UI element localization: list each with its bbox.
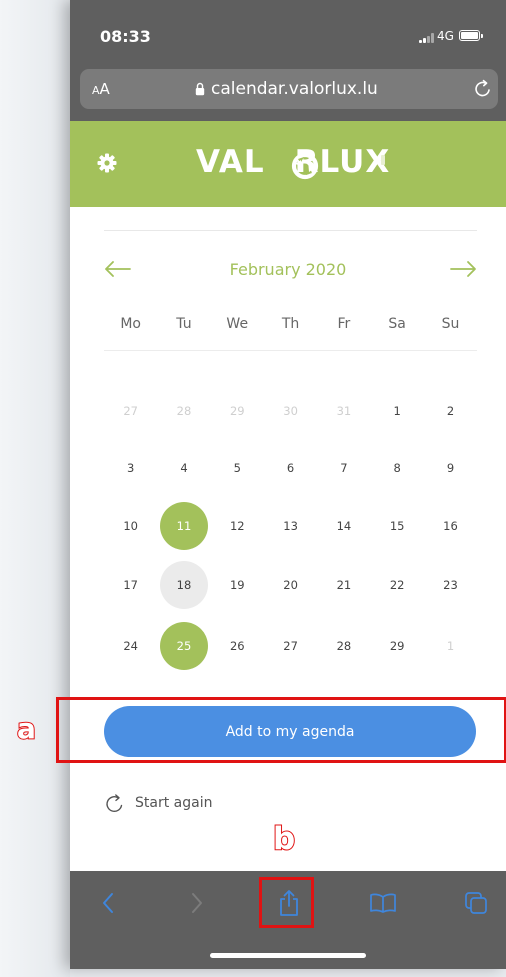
calendar-day[interactable]: 26: [213, 622, 261, 670]
calendar-day[interactable]: 22: [373, 561, 421, 609]
calendar-day[interactable]: 24: [107, 622, 155, 670]
calendar-day[interactable]: 9: [427, 444, 475, 492]
calendar-day[interactable]: 12: [213, 502, 261, 550]
text-size-button[interactable]: AA: [92, 80, 110, 98]
calendar-day[interactable]: 8: [373, 444, 421, 492]
refresh-icon[interactable]: [473, 79, 493, 99]
calendar-day: 31: [336, 404, 352, 418]
divider: [104, 230, 477, 231]
lock-icon: [195, 82, 205, 96]
weekday-label: Su: [441, 316, 460, 332]
calendar-day[interactable]: 5: [213, 444, 261, 492]
calendar-day[interactable]: 28: [320, 622, 368, 670]
chevron-left-icon: [103, 893, 113, 913]
calendar-day[interactable]: 16: [427, 502, 475, 550]
calendar-day[interactable]: 10: [107, 502, 155, 550]
signal-icon: [419, 33, 434, 43]
annotation-box-a: [56, 697, 506, 763]
calendar-day[interactable]: 7: [320, 444, 368, 492]
next-month-button[interactable]: [449, 258, 477, 280]
calendar-day-selected[interactable]: 11: [160, 502, 208, 550]
annotation-box-b: [259, 877, 314, 928]
settings-gear-icon[interactable]: [97, 153, 117, 173]
chevron-right-icon: [192, 893, 202, 913]
bookmarks-button[interactable]: [366, 886, 400, 920]
divider: [104, 350, 477, 351]
calendar-day[interactable]: 1: [373, 387, 421, 435]
refresh-icon: [106, 794, 123, 812]
annotation-label-b: b: [272, 820, 296, 858]
calendar-day: 27: [123, 404, 138, 418]
calendar-day: 29: [229, 404, 245, 418]
calendar-day[interactable]: 4: [160, 444, 208, 492]
logo-mark: [381, 155, 385, 165]
calendar-day[interactable]: 14: [320, 502, 368, 550]
forward-button[interactable]: [180, 886, 214, 920]
tabs-icon: [465, 892, 487, 914]
calendar-day[interactable]: 3: [107, 444, 155, 492]
calendar-day[interactable]: 27: [267, 622, 315, 670]
calendar-day[interactable]: 21: [320, 561, 368, 609]
calendar-day[interactable]: 29: [373, 622, 421, 670]
calendar-day[interactable]: 17: [107, 561, 155, 609]
month-title: February 2020: [229, 260, 347, 279]
calendar-day: 1: [446, 639, 455, 653]
calendar-day: 30: [283, 404, 298, 418]
background-left: [0, 0, 70, 977]
weekday-label: Mo: [120, 316, 141, 332]
weekday-header: Mo Tu We Th Fr Sa Su: [104, 316, 477, 336]
weekday-label: We: [226, 316, 249, 332]
calendar-day[interactable]: 19: [213, 561, 261, 609]
calendar-day[interactable]: 15: [373, 502, 421, 550]
calendar-day[interactable]: 13: [267, 502, 315, 550]
address-bar[interactable]: AA calendar.valorlux.lu: [80, 69, 498, 109]
calendar-day[interactable]: 20: [267, 561, 315, 609]
recycle-logo-icon: [291, 152, 319, 180]
home-indicator: [210, 953, 366, 958]
site-header: VAL RLUX: [70, 121, 506, 207]
forward-arrow-icon: [450, 261, 476, 277]
browser-chrome: 08:33 4G AA calendar.valorlux.lu: [70, 0, 506, 121]
start-again-label: Start again: [135, 795, 213, 811]
back-button[interactable]: [91, 886, 125, 920]
status-time: 08:33: [100, 27, 151, 46]
url-text[interactable]: calendar.valorlux.lu: [211, 79, 378, 99]
weekday-label: Sa: [388, 316, 406, 332]
bookmarks-icon: [370, 893, 396, 913]
network-type: 4G: [437, 29, 454, 43]
tabs-button[interactable]: [459, 886, 493, 920]
calendar-day-today[interactable]: 18: [160, 561, 208, 609]
weekday-label: Th: [281, 316, 300, 332]
calendar-day[interactable]: 2: [427, 387, 475, 435]
annotation-label-a: a: [16, 711, 37, 746]
weekday-label: Tu: [176, 316, 192, 332]
weekday-label: Fr: [337, 316, 351, 332]
calendar-day-selected[interactable]: 25: [160, 622, 208, 670]
calendar-day[interactable]: 6: [267, 444, 315, 492]
calendar-day: 28: [176, 404, 192, 418]
calendar-day[interactable]: 23: [427, 561, 475, 609]
battery-icon: [459, 30, 483, 41]
